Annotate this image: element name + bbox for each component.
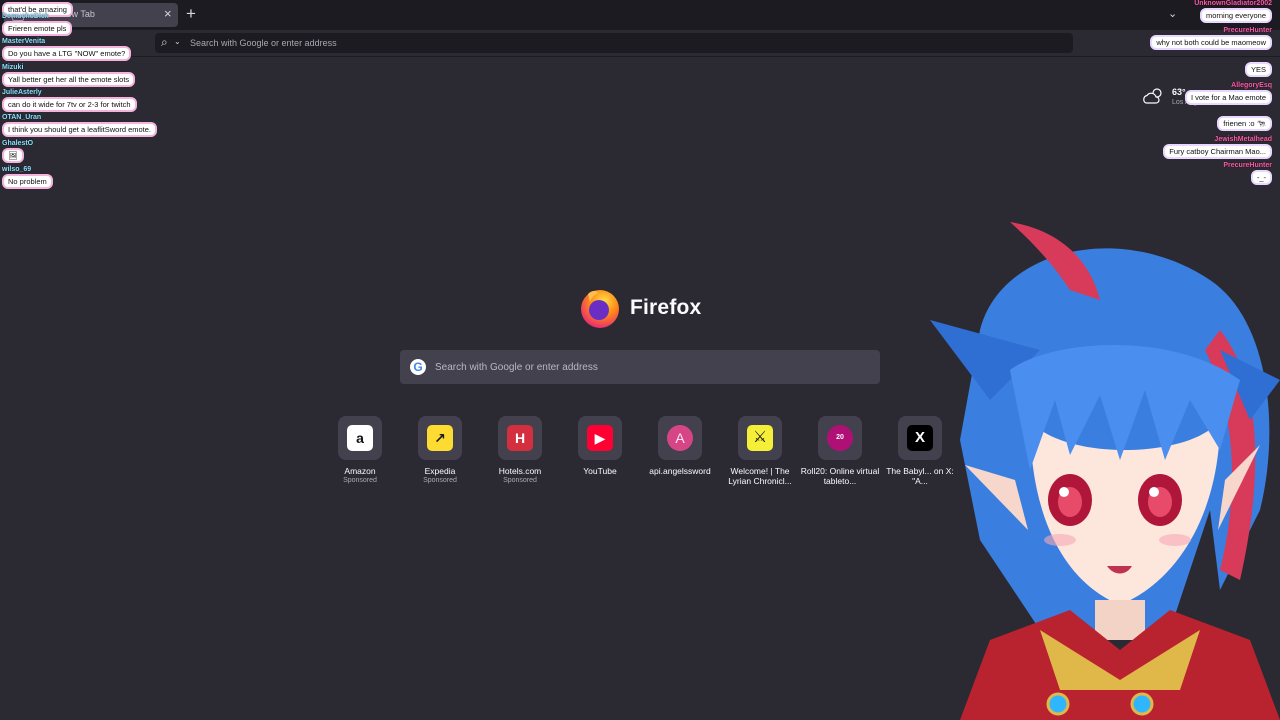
- site-favicon-icon: ▶: [587, 425, 613, 451]
- newtab-search-placeholder[interactable]: Search with Google or enter address: [435, 362, 598, 373]
- tab-strip: New Tab × + ⌄: [0, 0, 1280, 30]
- site-favicon-icon: H: [507, 425, 533, 451]
- chat-username: MasterVenita: [2, 38, 46, 45]
- chat-text: I vote for a Mao emote: [1184, 90, 1272, 105]
- firefox-wordmark: Firefox: [630, 296, 702, 319]
- address-bar-placeholder[interactable]: Search with Google or enter address: [190, 38, 337, 48]
- chat-username: Mizuki: [2, 64, 24, 71]
- list-all-tabs-icon[interactable]: ⌄: [1168, 7, 1177, 20]
- chat-text: 🖼: [2, 148, 24, 163]
- site-favicon-icon: ⚔: [747, 425, 773, 451]
- chat-username: DemuchoDick: [2, 13, 49, 20]
- site-favicon-icon: a: [347, 425, 373, 451]
- shortcut-tile-background[interactable]: a: [338, 416, 382, 460]
- shortcut-tile-background[interactable]: 20: [818, 416, 862, 460]
- shortcut-tile-background[interactable]: A: [658, 416, 702, 460]
- chat-text: YES: [1244, 62, 1272, 77]
- cloud-sun-icon: [1143, 88, 1162, 104]
- shortcut-tile-background[interactable]: ⚔: [738, 416, 782, 460]
- firefox-logo-icon: [581, 290, 619, 328]
- site-favicon-icon: A: [667, 425, 693, 451]
- search-icon[interactable]: ⌕: [161, 35, 168, 50]
- new-tab-button[interactable]: +: [186, 5, 196, 23]
- chat-username: PrecureHunter: [1223, 162, 1272, 169]
- chat-username: AllegoryEsq: [1231, 82, 1272, 89]
- shortcut-label[interactable]: Amazon: [320, 466, 400, 476]
- chat-text: No problem: [2, 174, 53, 189]
- shortcut-tile-background[interactable]: H: [498, 416, 542, 460]
- address-bar[interactable]: ⌕ ⌄ Search with Google or enter address: [155, 33, 1073, 53]
- chat-username: UnknownGladiator2002: [1194, 0, 1272, 7]
- shortcut-label[interactable]: Hotels.com: [480, 466, 560, 476]
- chat-text: morning everyone: [1199, 8, 1272, 23]
- chat-username: JulieAsterly: [2, 89, 42, 96]
- chat-text: Fury catboy Chairman Mao...: [1163, 144, 1272, 159]
- chat-text: -_-: [1250, 170, 1272, 185]
- chat-username: JewishMetalhead: [1214, 136, 1272, 143]
- navigation-toolbar: ⌕ ⌄ Search with Google or enter address: [0, 30, 1280, 57]
- chat-text: why not both could be maomeow: [1150, 35, 1272, 50]
- site-favicon-icon: 20: [827, 425, 853, 451]
- sponsored-label: Sponsored: [343, 477, 377, 484]
- tab-close-icon[interactable]: ×: [164, 6, 172, 21]
- chat-username: OTAN_Uran: [2, 114, 42, 121]
- chat-text: frienen :o 🐄: [1217, 116, 1272, 131]
- chat-username: GhalestO: [2, 140, 34, 147]
- newtab-search-box[interactable]: G Search with Google or enter address: [400, 350, 880, 384]
- chat-text: Yall better get her all the emote slots: [2, 72, 136, 87]
- shortcut-label[interactable]: Expedia: [400, 466, 480, 476]
- chevron-down-icon[interactable]: ⌄: [174, 37, 181, 46]
- chat-text: Frieren emote pls: [2, 21, 73, 36]
- shortcut-label[interactable]: Roll20: Online virtual tableto...: [800, 466, 880, 486]
- weather-temperature: 63°: [1172, 87, 1186, 97]
- vtuber-avatar: [930, 222, 1280, 720]
- chat-text: can do it wide for 7tv or 2-3 for twitch: [2, 97, 137, 112]
- chat-text: Do you have a LTG "NOW" emote?: [2, 46, 132, 61]
- chat-username: wilso_69: [2, 166, 32, 173]
- chat-username: PrecureHunter: [1223, 27, 1272, 34]
- shortcut-label[interactable]: Welcome! | The Lyrian Chronicl...: [720, 466, 800, 486]
- site-favicon-icon: ↗: [427, 425, 453, 451]
- shortcut-label[interactable]: api.angelssword: [640, 466, 720, 476]
- sponsored-label: Sponsored: [423, 477, 457, 484]
- shortcut-label[interactable]: YouTube: [560, 466, 640, 476]
- sponsored-label: Sponsored: [503, 477, 537, 484]
- shortcut-tile-background[interactable]: ↗: [418, 416, 462, 460]
- shortcut-tile-background[interactable]: ▶: [578, 416, 622, 460]
- google-icon: G: [410, 359, 426, 375]
- chat-text: I think you should get a leaflitSword em…: [2, 122, 157, 137]
